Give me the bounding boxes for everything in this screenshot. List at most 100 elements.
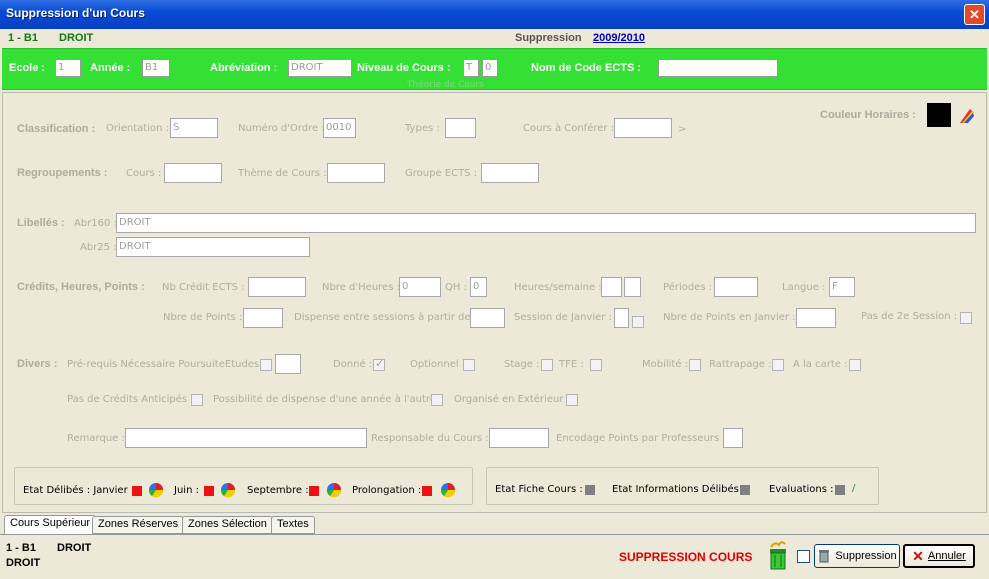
abreviation-field[interactable]: DROIT — [288, 59, 352, 77]
pas-2e-session-label: Pas de 2e Session : — [861, 311, 958, 322]
suppression-button-label: Suppression — [835, 550, 897, 562]
classification-title: Classification : — [17, 123, 96, 135]
points-janvier-label: Nbre de Points en Janvier : — [663, 312, 796, 323]
optionnel-checkbox[interactable] — [463, 359, 475, 371]
prerequis-field[interactable] — [275, 354, 301, 374]
color-palette-icon[interactable] — [958, 107, 976, 125]
nb-ects-field[interactable] — [248, 277, 306, 297]
prerequis-checkbox[interactable] — [260, 359, 272, 371]
orientation-field[interactable]: S — [170, 118, 218, 138]
ecole-field[interactable]: 1 — [55, 59, 81, 77]
nbre-heures-field[interactable]: 0 — [399, 277, 441, 297]
groupe-ects-field[interactable] — [481, 163, 539, 183]
divers-title: Divers : — [17, 358, 58, 370]
heures-semaine-field-2[interactable] — [624, 277, 641, 297]
cours-field[interactable] — [164, 163, 222, 183]
tab-textes[interactable]: Textes — [271, 516, 315, 534]
rattrapage-checkbox[interactable] — [772, 359, 784, 371]
header-code: 1 - B1 — [8, 32, 38, 44]
pas-credits-label: Pas de Crédits Anticipés : — [67, 394, 194, 405]
septembre-chart-icon[interactable] — [326, 482, 342, 498]
theme-field[interactable] — [327, 163, 385, 183]
stage-label: Stage : — [504, 359, 540, 370]
nbre-points-label: Nbre de Points : — [163, 312, 243, 323]
prolongation-chart-icon[interactable] — [440, 482, 456, 498]
fiche-state-indicator — [585, 485, 595, 495]
color-swatch[interactable] — [927, 103, 951, 127]
ects-code-field[interactable] — [658, 59, 778, 77]
heures-semaine-label: Heures/semaine : — [514, 282, 602, 293]
close-button[interactable]: ✕ — [964, 4, 985, 25]
abr160-label: Abr160 : — [74, 218, 117, 229]
etat-infos-label: Etat Informations Délibés : — [612, 484, 746, 495]
janvier-chart-icon[interactable] — [148, 482, 164, 498]
mode-label: Suppression — [515, 32, 582, 44]
couleur-horaires-label: Couleur Horaires : — [820, 109, 916, 121]
pas-2e-session-checkbox[interactable] — [960, 312, 972, 324]
tab-zones-reserves[interactable]: Zones Réserves — [92, 516, 185, 534]
periodes-field[interactable] — [714, 277, 758, 297]
footer-name: DROIT — [57, 542, 92, 554]
header-name: DROIT — [59, 32, 94, 44]
session-janvier-field[interactable] — [614, 308, 629, 328]
nbre-points-field[interactable] — [243, 308, 283, 328]
points-janvier-field[interactable] — [796, 308, 836, 328]
credits-title: Crédits, Heures, Points : — [17, 281, 145, 293]
exterieur-checkbox[interactable] — [566, 394, 578, 406]
langue-label: Langue : — [782, 282, 826, 293]
ordre-field[interactable]: 0010 — [323, 118, 356, 138]
stage-checkbox[interactable] — [541, 359, 553, 371]
annee-field[interactable]: B1 — [142, 59, 170, 77]
annuler-button-label: Annuler — [927, 550, 966, 562]
donne-checkbox[interactable] — [373, 357, 385, 371]
nbre-heures-label: Nbre d'Heures : — [322, 282, 400, 293]
types-field[interactable] — [445, 118, 476, 138]
confirm-checkbox[interactable] — [797, 550, 810, 563]
tfe-checkbox[interactable] — [590, 359, 602, 371]
cours-label: Cours : — [126, 168, 162, 179]
niveau-field-2[interactable]: 0 — [482, 59, 498, 77]
conferer-arrow-icon[interactable]: > — [678, 124, 686, 135]
periodes-label: Périodes : — [663, 282, 713, 293]
juin-state-indicator — [204, 486, 214, 496]
heures-semaine-field-1[interactable] — [601, 277, 622, 297]
encodage-field[interactable] — [723, 428, 743, 448]
juin-chart-icon[interactable] — [220, 482, 236, 498]
tab-zones-selection[interactable]: Zones Sélection — [182, 516, 273, 534]
pas-credits-checkbox[interactable] — [191, 394, 203, 406]
prolongation-state-indicator — [422, 486, 432, 496]
course-header: 1 - B1 DROIT Suppression 2009/2010 — [2, 29, 987, 48]
possibilite-dispense-label: Possibilité de dispense d'une année à l'… — [213, 394, 443, 405]
abr25-field[interactable]: DROIT — [116, 237, 310, 257]
abreviation-label: Abréviation : — [210, 62, 278, 74]
ects-code-label: Nom de Code ECTS : — [531, 62, 642, 74]
mobilite-checkbox[interactable] — [689, 359, 701, 371]
annuler-button[interactable]: ✕ Annuler — [903, 544, 975, 568]
remarque-field[interactable] — [125, 428, 367, 448]
etat-delibes-janvier-label: Etat Délibés : Janvier : — [23, 485, 135, 496]
possibilite-dispense-checkbox[interactable] — [431, 394, 443, 406]
orientation-label: Orientation : — [106, 123, 170, 134]
prolongation-label: Prolongation : — [352, 485, 422, 496]
tab-cours-superieur[interactable]: Cours Supérieur — [4, 515, 97, 535]
nb-ects-label: Nb Crédit ECTS : — [162, 282, 245, 293]
recycle-bin-icon — [819, 550, 830, 563]
optionnel-label: Optionnel : — [410, 359, 466, 370]
academic-year-link[interactable]: 2009/2010 — [593, 32, 645, 44]
session-janvier-label: Session de Janvier : — [514, 312, 612, 323]
types-label: Types : — [405, 123, 440, 134]
qh-field[interactable]: 0 — [470, 277, 487, 297]
evaluations-state-indicator — [835, 485, 845, 495]
title-bar: Suppression d'un Cours ✕ — [0, 0, 989, 29]
session-janvier-checkbox[interactable] — [632, 316, 644, 328]
remarque-label: Remarque : — [67, 433, 125, 444]
dispense-field[interactable] — [470, 308, 505, 328]
prerequis-label: Pré-requis Nécessaire PoursuiteEtudes : — [67, 359, 266, 370]
a-la-carte-checkbox[interactable] — [849, 359, 861, 371]
responsable-field[interactable] — [489, 428, 549, 448]
langue-field[interactable]: F — [829, 277, 855, 297]
suppression-button[interactable]: Suppression — [814, 544, 900, 568]
niveau-field-1[interactable]: T — [463, 59, 479, 77]
conferer-field[interactable] — [614, 118, 672, 138]
abr160-field[interactable]: DROIT — [116, 213, 976, 233]
